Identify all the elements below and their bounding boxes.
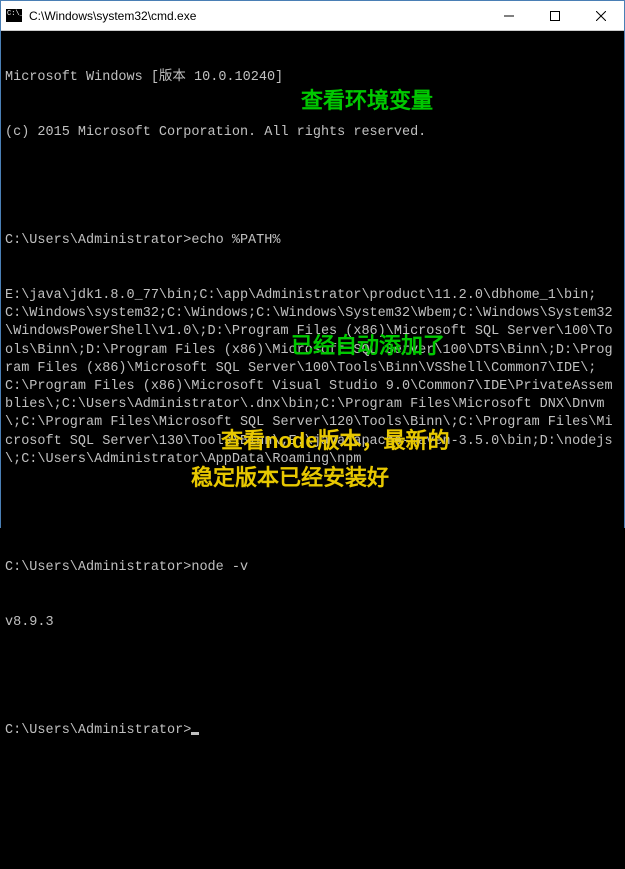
close-button[interactable] [578,1,624,30]
node-version-output: v8.9.3 [5,614,620,632]
window-controls [486,1,624,30]
prompt: C:\Users\Administrator> [5,560,191,575]
prompt: C:\Users\Administrator> [5,233,191,248]
command-text: node -v [191,560,248,575]
maximize-button[interactable] [532,1,578,30]
cmd-icon [1,1,27,31]
annotation-auto-added: 已经自动添加了 [291,331,445,361]
annotation-node-version-2: 稳定版本已经安装好 [191,463,389,493]
blank-line [5,668,620,685]
terminal-line: Microsoft Windows [版本 10.0.10240] [5,69,620,87]
annotation-env-var: 查看环境变量 [301,86,433,116]
terminal-area[interactable]: Microsoft Windows [版本 10.0.10240] (c) 20… [1,31,624,869]
terminal-line: C:\Users\Administrator>echo %PATH% [5,232,620,250]
blank-line [5,505,620,522]
terminal-line: C:\Users\Administrator> [5,722,620,740]
blank-line [5,179,620,196]
prompt: C:\Users\Administrator> [5,723,191,738]
terminal-line: C:\Users\Administrator>node -v [5,559,620,577]
window-title: C:\Windows\system32\cmd.exe [27,9,486,23]
annotation-node-version-1: 查看node版本，最新的 [221,426,450,456]
cursor [191,732,199,735]
terminal-line: (c) 2015 Microsoft Corporation. All righ… [5,124,620,142]
titlebar[interactable]: C:\Windows\system32\cmd.exe [1,1,624,31]
minimize-button[interactable] [486,1,532,30]
cmd-window: C:\Windows\system32\cmd.exe Microsoft Wi… [0,0,625,528]
command-text: echo %PATH% [191,233,280,248]
